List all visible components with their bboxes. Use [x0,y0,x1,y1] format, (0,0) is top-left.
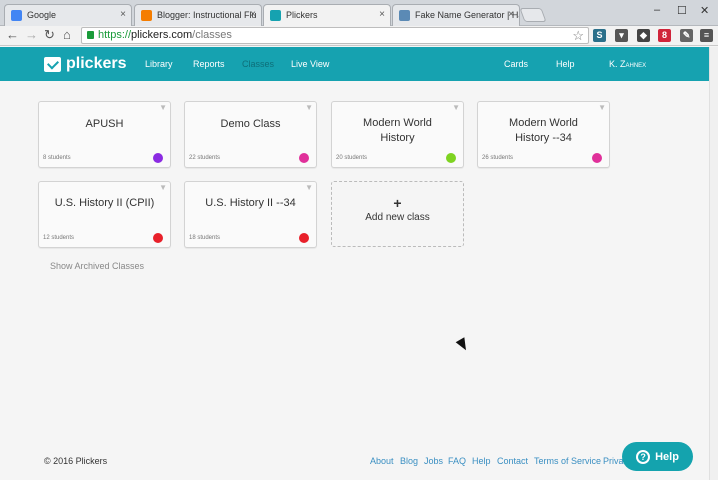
tab-title: Google [27,10,57,20]
browser-tab-google[interactable]: Google × [4,4,132,26]
nav-live-view[interactable]: Live View [291,59,329,69]
browser-tab-plickers[interactable]: Plickers × [263,4,391,27]
close-tab-icon[interactable]: × [508,9,514,20]
mouse-cursor-icon [455,337,471,353]
blogger-favicon-icon [141,10,152,21]
nav-library[interactable]: Library [145,59,173,69]
nav-reports[interactable]: Reports [193,59,225,69]
student-count: 18 students [189,235,221,241]
class-name: Demo Class [220,118,281,130]
help-widget-label: Help [655,450,679,463]
extension-pen-icon[interactable]: ✎ [680,29,693,42]
home-icon[interactable]: ⌂ [63,27,71,42]
extension-s-icon[interactable]: S [593,29,606,42]
footer-link-blog[interactable]: Blog [400,456,418,466]
nav-help[interactable]: Help [556,59,575,69]
browser-toolbar: ← → ↻ ⌂ https://plickers.com/classes ☆ S… [0,26,718,46]
help-widget-button[interactable]: ? Help [622,442,693,471]
reload-icon[interactable]: ↻ [44,27,55,43]
chrome-menu-icon[interactable]: ≡ [700,29,713,42]
class-card[interactable]: ▼ Demo Class 22 students [184,101,317,168]
new-tab-button[interactable] [519,8,547,22]
browser-tabstrip: Google × Blogger: Instructional Flu × Pl… [0,0,718,27]
class-color-dot [592,153,602,163]
class-name: Modern World History --34 [509,117,578,144]
chevron-down-icon[interactable]: ▼ [452,103,460,112]
student-count: 22 students [189,155,221,161]
class-color-dot [153,153,163,163]
class-color-dot [446,153,456,163]
student-count: 26 students [482,155,514,161]
minimize-icon[interactable]: – [654,4,660,16]
class-card[interactable]: ▼ U.S. History II (CPII) 12 students [38,181,171,248]
show-archived-classes-link[interactable]: Show Archived Classes [50,261,144,271]
footer-link-about[interactable]: About [370,456,394,466]
chevron-down-icon[interactable]: ▼ [305,183,313,192]
browser-tab-fake-name[interactable]: Fake Name Generator | Ha × [392,4,520,26]
forward-arrow-icon[interactable]: → [25,27,38,42]
class-name: U.S. History II (CPII) [54,197,155,209]
close-window-icon[interactable]: ✕ [700,4,709,17]
add-new-class-button[interactable]: + Add new class [331,181,464,247]
class-color-dot [153,233,163,243]
copyright-text: © 2016 Plickers [44,456,108,466]
tab-title: Blogger: Instructional Flu [157,10,257,20]
nav-classes[interactable]: Classes [242,59,274,69]
class-card[interactable]: ▼ APUSH 8 students [38,101,171,168]
footer-link-privacy[interactable]: Priva [603,456,624,466]
maximize-icon[interactable]: ☐ [677,4,687,17]
chevron-down-icon[interactable]: ▼ [598,103,606,112]
extension-badge-icon[interactable]: 8 [658,29,671,42]
site-header: plickers Library Reports Classes Live Vi… [0,47,718,81]
url-host: plickers.com [131,29,193,41]
class-color-dot [299,233,309,243]
plickers-favicon-icon [270,10,281,21]
pocket-extension-icon[interactable]: ▾ [615,29,628,42]
url-path: /classes [192,29,232,41]
fake-name-favicon-icon [399,10,410,21]
plus-icon: + [393,195,402,211]
class-color-dot [299,153,309,163]
chevron-down-icon[interactable]: ▼ [159,103,167,112]
bookmark-star-icon[interactable]: ☆ [572,28,584,44]
close-tab-icon[interactable]: × [120,9,126,20]
footer-link-contact[interactable]: Contact [497,456,528,466]
student-count: 8 students [43,155,71,161]
class-card[interactable]: ▼ Modern World History --34 26 students [477,101,610,168]
user-menu[interactable]: K. Zahnex [609,59,646,69]
class-card[interactable]: ▼ U.S. History II --34 18 students [184,181,317,248]
class-card[interactable]: ▼ Modern World History 20 students [331,101,464,168]
footer-link-help[interactable]: Help [472,456,491,466]
class-name: U.S. History II --34 [205,197,296,209]
class-name: Modern World History [363,117,432,144]
footer-link-jobs[interactable]: Jobs [424,456,443,466]
student-count: 20 students [336,155,368,161]
extension-diamond-icon[interactable]: ◆ [637,29,650,42]
add-new-class-label: Add new class [365,212,430,223]
lock-icon [87,31,94,39]
back-arrow-icon[interactable]: ← [6,27,19,42]
tab-title: Fake Name Generator | Ha [415,10,520,20]
close-tab-icon[interactable]: × [379,9,385,20]
student-count: 12 students [43,235,75,241]
tab-title: Plickers [286,10,318,20]
plickers-logo-icon [44,56,61,72]
class-name: APUSH [85,118,124,130]
nav-cards[interactable]: Cards [504,59,528,69]
page-scrollbar[interactable] [709,47,718,480]
plickers-logo[interactable]: plickers [44,55,126,73]
brand-name: plickers [66,55,127,72]
address-bar[interactable]: https://plickers.com/classes ☆ [81,27,589,44]
chevron-down-icon[interactable]: ▼ [159,183,167,192]
question-icon: ? [636,449,651,464]
footer-link-terms[interactable]: Terms of Service [534,456,601,466]
chevron-down-icon[interactable]: ▼ [305,103,313,112]
footer-link-faq[interactable]: FAQ [448,456,466,466]
close-tab-icon[interactable]: × [250,9,256,20]
url-scheme: https:// [98,29,132,41]
google-favicon-icon [11,10,22,21]
browser-tab-blogger[interactable]: Blogger: Instructional Flu × [134,4,262,26]
